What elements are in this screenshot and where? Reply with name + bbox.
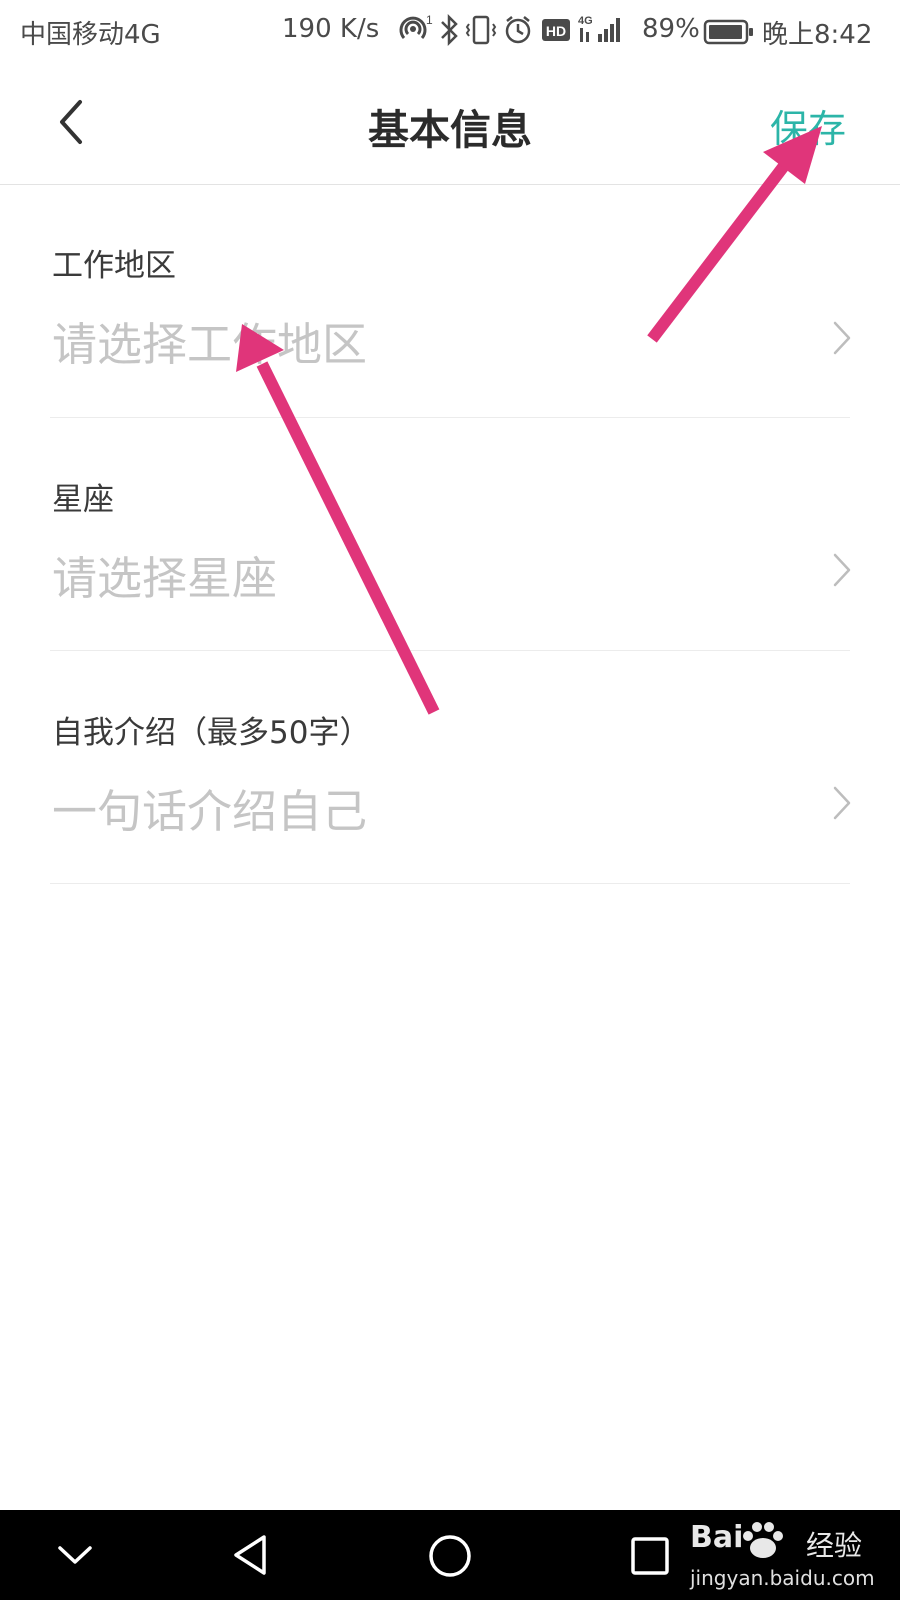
alarm-icon (505, 16, 531, 44)
battery-icon (703, 19, 753, 45)
page-title: 基本信息 (368, 106, 532, 154)
zodiac-row[interactable]: 星座 请选择星座 (50, 418, 851, 651)
self-intro-row[interactable]: 自我介绍（最多50字） 一句话介绍自己 (50, 651, 851, 884)
back-triangle-icon[interactable] (228, 1532, 274, 1578)
chevron-right-icon (833, 786, 851, 820)
header: 基本信息 保存 (0, 62, 900, 185)
hd-icon: HD (542, 19, 570, 41)
battery-percent: 89% (642, 14, 700, 44)
network-speed: 190 K/s (282, 14, 380, 44)
chevron-right-icon (833, 553, 851, 587)
navigation-bar: Bai 经验 jingyan.baidu.com (0, 1510, 900, 1600)
zodiac-label: 星座 (52, 482, 114, 518)
zodiac-placeholder: 请选择星座 (52, 552, 278, 605)
work-area-row[interactable]: 工作地区 请选择工作地区 (50, 184, 851, 418)
bluetooth-icon (441, 13, 458, 47)
paw-icon (743, 1522, 783, 1558)
self-intro-label: 自我介绍（最多50字） (52, 715, 371, 751)
watermark-suffix: 经验 (806, 1529, 863, 1562)
svg-text:1: 1 (426, 13, 433, 27)
status-bar: 中国移动4G 190 K/s 1 HD 4G 89% 晚上8:42 (0, 0, 900, 62)
recents-square-icon[interactable] (628, 1534, 672, 1578)
self-intro-placeholder: 一句话介绍自己 (52, 785, 368, 838)
save-button[interactable]: 保存 (770, 98, 846, 153)
collapse-icon[interactable] (52, 1536, 98, 1574)
vibrate-icon (465, 15, 497, 45)
svg-text:4G: 4G (578, 15, 593, 27)
work-area-label: 工作地区 (52, 248, 176, 284)
work-area-placeholder: 请选择工作地区 (52, 318, 368, 371)
signal-4g-icon: 4G (578, 15, 620, 42)
watermark-url: jingyan.baidu.com (690, 1566, 875, 1590)
chevron-right-icon (833, 321, 851, 355)
home-circle-icon[interactable] (426, 1532, 474, 1580)
baidu-watermark: Bai 经验 jingyan.baidu.com (688, 1518, 888, 1596)
watermark-brand: Bai (690, 1520, 744, 1555)
svg-text:HD: HD (546, 23, 566, 39)
carrier-label: 中国移动4G (20, 20, 161, 50)
clock: 晚上8:42 (762, 20, 873, 50)
hotspot-icon: 1 (399, 13, 433, 39)
